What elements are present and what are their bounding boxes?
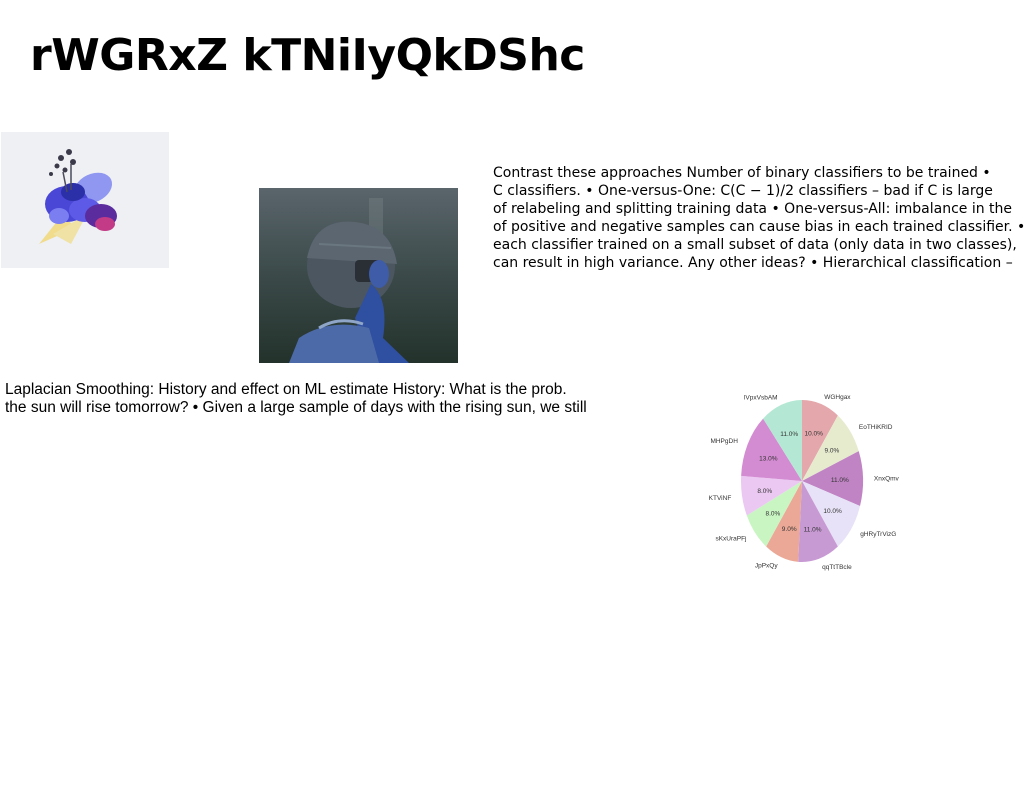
- pie-category-label: gHRyTrVizG: [860, 531, 896, 538]
- text-line: C classifiers. • One-versus-One: C(C − 1…: [493, 183, 993, 199]
- pie-pct-label: 11.0%: [780, 431, 798, 438]
- photographer-image: [259, 188, 458, 363]
- pie-category-label: sKxUraPFj: [715, 535, 746, 542]
- body-paragraph-right: Contrast these approaches Number of bina…: [493, 164, 1024, 272]
- pie-pct-label: 10.0%: [823, 508, 842, 515]
- pie-pct-label: 13.0%: [759, 456, 778, 463]
- pie-pct-label: 11.0%: [804, 527, 822, 534]
- pie-pct-label: 8.0%: [757, 488, 772, 495]
- pie-pct-label: 11.0%: [831, 477, 849, 484]
- pie-pct-label: 9.0%: [824, 448, 839, 455]
- pie-chart: 10.0% WGHgax 9.0% EoTHiKRID 11.0% XnxQmv 10.0%…: [709, 394, 900, 571]
- pie-category-label: XnxQmv: [874, 476, 900, 483]
- text-line: Contrast these approaches Number of bina…: [493, 165, 991, 181]
- pie-pct-label: 9.0%: [782, 526, 797, 533]
- flower-image: [1, 132, 169, 268]
- text-line: each classifier trained on a small subse…: [493, 237, 1017, 253]
- text-line: Laplacian Smoothing: History and effect …: [5, 381, 567, 398]
- pie-pct-label: 8.0%: [765, 511, 780, 518]
- text-line: can result in high variance. Any other i…: [493, 255, 1013, 271]
- pie-category-label: lVpxVsbAM: [744, 395, 778, 402]
- pie-category-label: qqTtTBcle: [822, 564, 852, 571]
- body-paragraph-left: Laplacian Smoothing: History and effect …: [5, 381, 615, 417]
- pie-category-label: KTViNF: [709, 495, 732, 502]
- text-line: of positive and negative samples can cau…: [493, 219, 1024, 235]
- pie-category-label: JpPxQy: [755, 562, 779, 569]
- pie-category-label: EoTHiKRID: [859, 424, 893, 431]
- pie-category-label: WGHgax: [824, 394, 851, 401]
- text-line: of relabeling and splitting training dat…: [493, 201, 1013, 217]
- pie-pct-label: 10.0%: [804, 431, 823, 438]
- pie-category-label: MHPgDH: [710, 438, 738, 445]
- text-line: the sun will rise tomorrow? • Given a la…: [5, 399, 587, 416]
- page-title: rWGRxZ kTNiIyQkDShc: [30, 30, 585, 81]
